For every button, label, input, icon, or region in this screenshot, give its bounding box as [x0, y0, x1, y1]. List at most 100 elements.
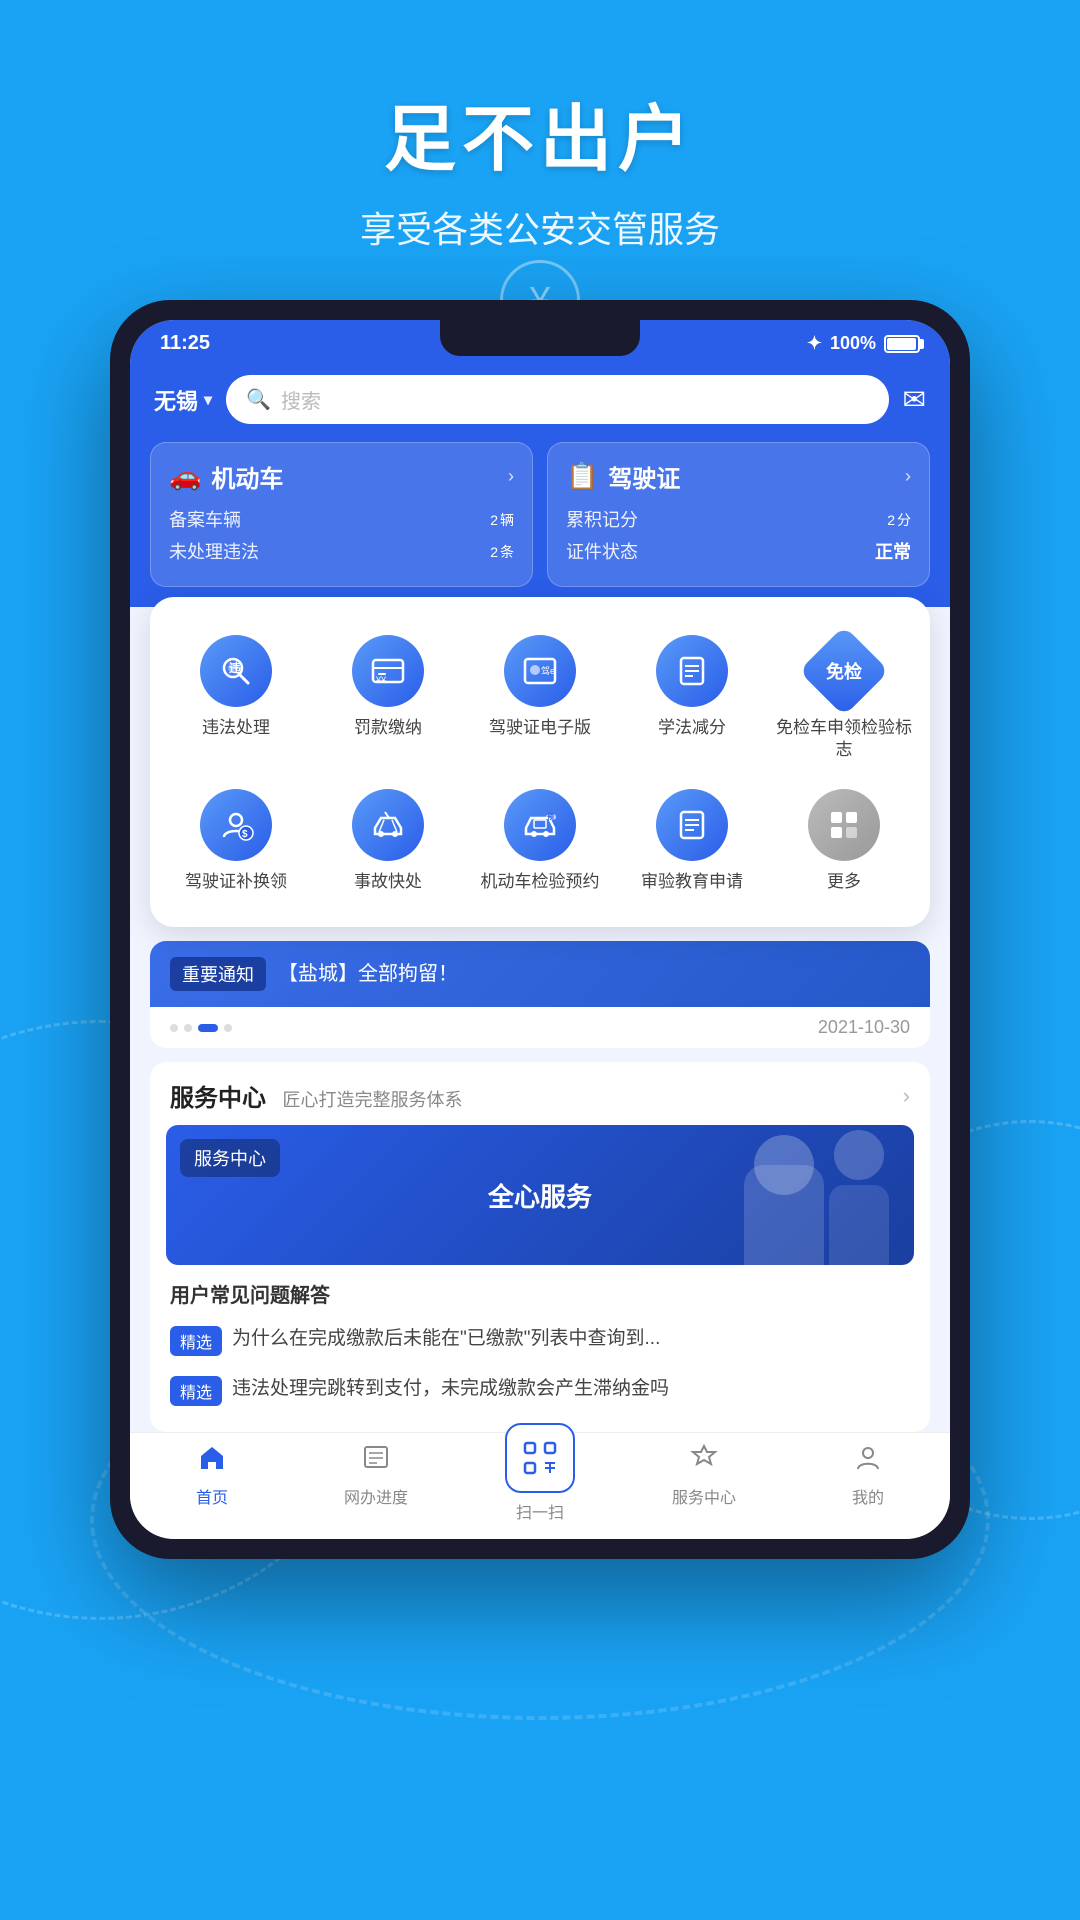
app-header: 无锡 ▾ 🔍 搜索 ✉ — [130, 363, 950, 442]
license-row1-value: 2分 — [885, 509, 911, 530]
phone-screen: 11:25 ✦ 100% 无锡 ▾ 🔍 搜索 — [130, 320, 950, 1539]
service-inspection[interactable]: 预 机动车检验预约 — [464, 775, 616, 907]
license-card[interactable]: 📋 驾驶证 › 累积记分 2分 证件状态 正常 — [547, 442, 930, 587]
city-selector[interactable]: 无锡 ▾ — [154, 384, 212, 416]
services-card: 违 违法处理 ¥¥ 罚款缴纳 驾e 驾驶证电子版 — [150, 597, 930, 927]
service-center-section: 服务中心 匠心打造完整服务体系 › 服务中心 全心服务 — [150, 1062, 930, 1432]
service-label-illegal: 违法处理 — [202, 717, 270, 739]
service-label-accident: 事故快处 — [354, 871, 422, 893]
search-icon: 🔍 — [246, 387, 271, 412]
sc-person-decoration — [714, 1125, 894, 1265]
dot-1 — [170, 1024, 178, 1032]
sc-banner-label: 全心服务 — [488, 1177, 592, 1214]
header-area: 足不出户 享受各类公安交管服务 — [0, 0, 1080, 253]
license-row2-label: 证件状态 — [566, 538, 638, 564]
notification-tag: 重要通知 — [170, 957, 266, 991]
dot-3-active — [198, 1024, 218, 1032]
service-center-header: 服务中心 匠心打造完整服务体系 › — [150, 1062, 930, 1125]
service-fine[interactable]: ¥¥ 罚款缴纳 — [312, 621, 464, 775]
service-illegal[interactable]: 违 违法处理 — [160, 621, 312, 775]
service-center-banner[interactable]: 服务中心 全心服务 — [166, 1125, 914, 1265]
service-review[interactable]: 审验教育申请 — [616, 775, 768, 907]
vehicle-icon: 🚗 — [169, 461, 201, 492]
service-icon-review — [656, 789, 728, 861]
chevron-down-icon: ▾ — [204, 390, 212, 410]
service-more[interactable]: 更多 — [768, 775, 920, 907]
faq-item-1[interactable]: 精选 为什么在完成缴款后未能在"已缴款"列表中查询到... — [150, 1316, 930, 1366]
service-center-subtitle: 匠心打造完整服务体系 — [282, 1090, 462, 1110]
mail-icon[interactable]: ✉ — [903, 383, 926, 416]
bottom-nav: 首页 网办进度 扫一扫 — [130, 1432, 950, 1539]
service-center-arrow[interactable]: › — [903, 1083, 910, 1109]
phone-notch — [440, 320, 640, 356]
service-label-more: 更多 — [827, 871, 861, 893]
nav-label-home: 首页 — [196, 1484, 228, 1508]
service-label-studyreduce: 学法减分 — [658, 717, 726, 739]
service-icon-exemption: 免检 — [808, 635, 880, 707]
notification-footer: 2021-10-30 — [150, 1007, 930, 1048]
vehicle-row2-value: 2条 — [488, 541, 514, 562]
service-icon-illegal: 违 — [200, 635, 272, 707]
service-exemption[interactable]: 免检 免检车申领检验标志 — [768, 621, 920, 775]
nav-icon-mine — [854, 1443, 882, 1478]
notification-banner[interactable]: 重要通知 【盐城】全部拘留！ — [150, 941, 930, 1007]
service-center-title-group: 服务中心 匠心打造完整服务体系 — [170, 1078, 462, 1113]
nav-item-mine[interactable]: 我的 — [786, 1443, 950, 1523]
license-row2-value: 正常 — [875, 538, 911, 564]
license-icon: 📋 — [566, 461, 598, 492]
search-bar[interactable]: 🔍 搜索 — [226, 375, 888, 424]
sc-banner-tag: 服务中心 — [180, 1139, 280, 1177]
info-cards: 🚗 机动车 › 备案车辆 2辆 未处理违法 2条 — [130, 442, 950, 607]
service-icon-elicense: 驾e — [504, 635, 576, 707]
vehicle-card[interactable]: 🚗 机动车 › 备案车辆 2辆 未处理违法 2条 — [150, 442, 533, 587]
nav-item-home[interactable]: 首页 — [130, 1443, 294, 1523]
service-label-fine: 罚款缴纳 — [354, 717, 422, 739]
nav-item-progress[interactable]: 网办进度 — [294, 1443, 458, 1523]
status-right: ✦ 100% — [807, 333, 920, 354]
nav-label-scan: 扫一扫 — [516, 1499, 564, 1523]
search-placeholder: 搜索 — [281, 385, 321, 414]
license-row1-label: 累积记分 — [566, 506, 638, 532]
scan-button[interactable] — [505, 1423, 575, 1493]
service-reissue[interactable]: $ 驾驶证补换领 — [160, 775, 312, 907]
service-icon-accident — [352, 789, 424, 861]
faq-item-2[interactable]: 精选 违法处理完跳转到支付，未完成缴款会产生滞纳金吗 — [150, 1366, 930, 1416]
nav-label-progress: 网办进度 — [344, 1484, 408, 1508]
notification-date: 2021-10-30 — [818, 1017, 910, 1038]
dot-4 — [224, 1024, 232, 1032]
service-elicense[interactable]: 驾e 驾驶证电子版 — [464, 621, 616, 775]
nav-icon-service — [690, 1443, 718, 1478]
service-label-inspection: 机动车检验预约 — [481, 871, 600, 893]
nav-item-scan[interactable]: 扫一扫 — [458, 1423, 622, 1523]
dot-indicators — [170, 1024, 232, 1032]
faq-text-1: 为什么在完成缴款后未能在"已缴款"列表中查询到... — [232, 1326, 660, 1353]
nav-label-service: 服务中心 — [672, 1484, 736, 1508]
svg-text:驾e: 驾e — [541, 666, 555, 676]
vehicle-row1-value: 2辆 — [488, 509, 514, 530]
vehicle-title: 机动车 — [211, 459, 283, 494]
service-icon-fine: ¥¥ — [352, 635, 424, 707]
faq-title: 用户常见问题解答 — [150, 1265, 930, 1316]
phone-mockup-wrapper: 11:25 ✦ 100% 无锡 ▾ 🔍 搜索 — [110, 300, 970, 1559]
service-icon-more — [808, 789, 880, 861]
service-accident[interactable]: 事故快处 — [312, 775, 464, 907]
notification-text: 【盐城】全部拘留！ — [278, 957, 458, 991]
services-grid: 违 违法处理 ¥¥ 罚款缴纳 驾e 驾驶证电子版 — [160, 621, 920, 907]
phone-mockup: 11:25 ✦ 100% 无锡 ▾ 🔍 搜索 — [110, 300, 970, 1559]
service-center-title: 服务中心 — [170, 1085, 266, 1112]
svg-text:预: 预 — [547, 812, 554, 821]
nav-item-service[interactable]: 服务中心 — [622, 1443, 786, 1523]
svg-text:$: $ — [242, 829, 248, 840]
svg-text:违: 违 — [229, 660, 241, 675]
license-arrow: › — [905, 466, 911, 487]
license-title: 驾驶证 — [608, 459, 680, 494]
faq-tag-2: 精选 — [170, 1376, 222, 1406]
city-name: 无锡 — [154, 384, 198, 416]
vehicle-arrow: › — [508, 466, 514, 487]
vehicle-row1-label: 备案车辆 — [169, 506, 241, 532]
battery-icon — [884, 335, 920, 353]
vehicle-row2-label: 未处理违法 — [169, 538, 259, 564]
faq-text-2: 违法处理完跳转到支付，未完成缴款会产生滞纳金吗 — [232, 1376, 669, 1403]
nav-icon-progress — [362, 1443, 390, 1478]
service-studyreduce[interactable]: 学法减分 — [616, 621, 768, 775]
